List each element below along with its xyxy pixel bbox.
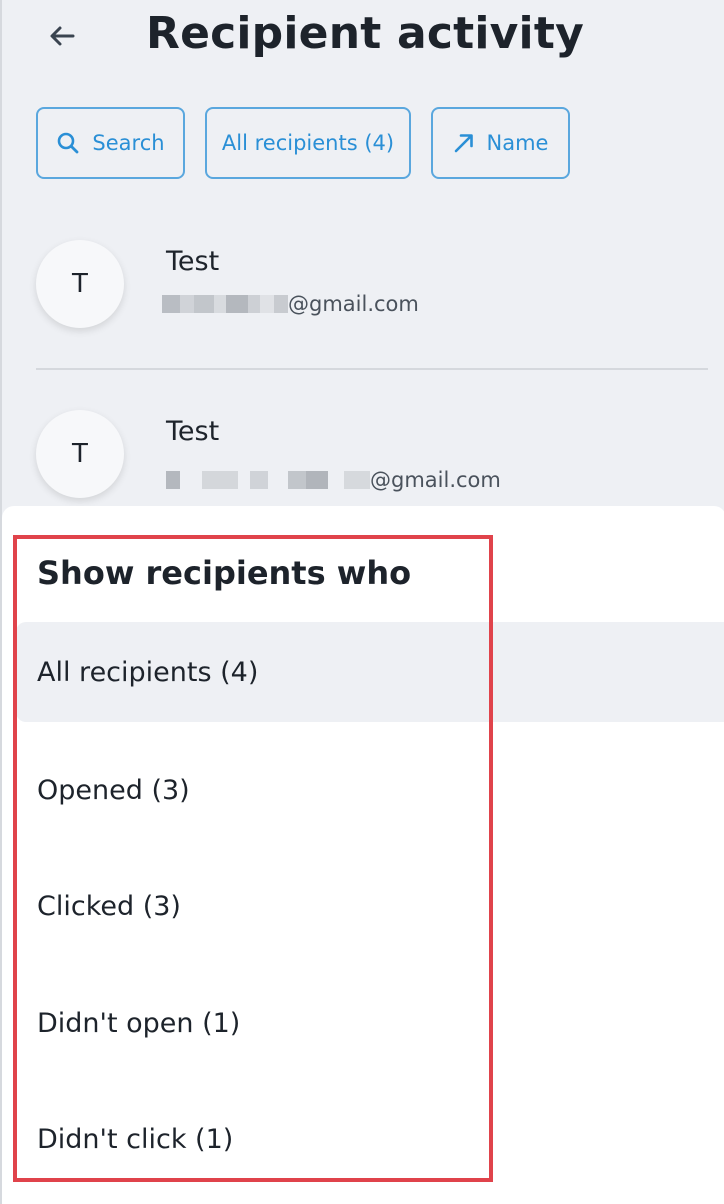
filter-option-didnt-open[interactable]: Didn't open (1) (16, 973, 724, 1073)
sheet-title: Show recipients who (37, 554, 412, 592)
recipient-row[interactable]: T Test @gmail.com (36, 240, 708, 340)
filter-option-label: Opened (3) (37, 774, 190, 806)
search-button-label: Search (92, 131, 165, 155)
filter-button[interactable]: All recipients (4) (205, 107, 411, 179)
search-button[interactable]: Search (36, 107, 185, 179)
filter-option-label: Didn't open (1) (37, 1007, 241, 1039)
email-domain: @gmail.com (370, 468, 501, 492)
filter-option-didnt-click[interactable]: Didn't click (1) (16, 1089, 724, 1189)
filter-option-label: Didn't click (1) (37, 1123, 234, 1155)
filter-option-label: All recipients (4) (37, 656, 259, 688)
app-screen: Recipient activity Search All recipients… (0, 0, 724, 1204)
sort-button[interactable]: Name (431, 107, 570, 179)
arrow-left-icon (50, 26, 75, 46)
filter-option-all-recipients[interactable]: All recipients (4) (16, 622, 724, 722)
redacted-email-local-part (162, 295, 288, 313)
filter-bottom-sheet: Show recipients who All recipients (4) O… (2, 506, 724, 1204)
filter-option-clicked[interactable]: Clicked (3) (16, 856, 724, 956)
filter-option-opened[interactable]: Opened (3) (16, 740, 724, 840)
recipient-name: Test (166, 416, 220, 447)
filter-button-label: All recipients (4) (221, 131, 395, 155)
recipient-email: @gmail.com (162, 292, 419, 316)
email-domain: @gmail.com (288, 292, 419, 316)
redacted-email-local-part (166, 471, 370, 489)
filter-option-label: Clicked (3) (37, 890, 181, 922)
sort-button-label: Name (486, 131, 549, 155)
avatar: T (36, 240, 124, 328)
recipient-email: @gmail.com (166, 468, 501, 492)
recipient-name: Test (166, 246, 220, 277)
back-button[interactable] (44, 18, 80, 54)
list-divider (36, 368, 708, 370)
recipient-row[interactable]: T Test @gmail.com (36, 410, 708, 510)
avatar: T (36, 410, 124, 498)
search-icon (58, 132, 79, 154)
arrow-up-right-icon (454, 134, 473, 153)
page-title: Recipient activity (146, 8, 584, 59)
